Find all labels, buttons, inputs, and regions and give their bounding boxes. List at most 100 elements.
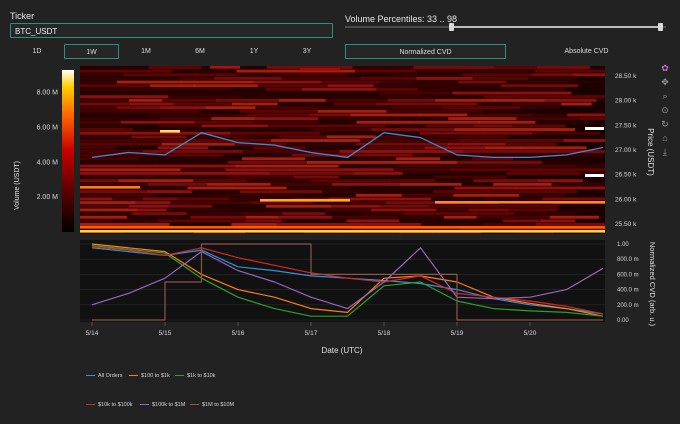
heatmap-cell xyxy=(476,215,515,219)
legend-item-1k-to-10k[interactable]: $1k to $10k xyxy=(175,373,215,379)
heatmap-cell xyxy=(80,223,171,226)
heatmap-cell xyxy=(190,215,248,219)
heatmap-cell xyxy=(194,120,255,124)
heatmap-cell xyxy=(80,201,136,205)
cvd-tick-label: 400.0 m xyxy=(617,288,639,294)
volume-colorbar xyxy=(62,70,74,232)
cvd-axis-title: Normalized CVD (arb. u.) xyxy=(648,242,657,327)
heatmap-cell xyxy=(80,91,174,95)
heatmap-cell xyxy=(468,208,510,212)
heatmap-cell xyxy=(80,87,157,91)
heatmap-cell xyxy=(456,160,543,164)
heatmap-cell xyxy=(376,102,444,106)
heatmap-cell xyxy=(293,175,340,179)
legend-swatch xyxy=(86,403,95,406)
heatmap-cell xyxy=(373,197,432,201)
heatmap-cell xyxy=(339,150,409,153)
heatmap-cell xyxy=(378,204,429,208)
heatmap-cell xyxy=(351,201,387,205)
heatmap-cell xyxy=(467,113,534,117)
heatmap-cell xyxy=(136,208,168,212)
colorbar-title: Volume (USDT) xyxy=(14,161,21,210)
heatmap-cell xyxy=(253,117,319,121)
heatmap-cell xyxy=(402,171,508,175)
zoom-icon[interactable]: ⌕ xyxy=(659,90,671,102)
heatmap-cell xyxy=(435,175,507,179)
heatmap-cell xyxy=(286,186,347,190)
heatmap-cell xyxy=(330,204,380,208)
heatmap-cell xyxy=(229,131,321,135)
legend-item-100k-to-1m[interactable]: $100k to $1M xyxy=(140,402,185,408)
heatmap-cell xyxy=(239,190,323,194)
heatmap-cell xyxy=(352,66,415,69)
legend-item-100-to-1k[interactable]: $100 to $1k xyxy=(129,373,170,379)
heatmap-cell xyxy=(80,69,173,73)
heatmap-cell xyxy=(199,193,241,197)
heatmap-cell xyxy=(477,102,514,106)
heatmap-cell xyxy=(309,113,352,117)
legend-swatch xyxy=(175,374,184,377)
plotly-logo-icon[interactable]: ✿ xyxy=(659,62,671,74)
heatmap-cell xyxy=(542,197,605,201)
heatmap-cell xyxy=(80,102,131,106)
heatmap-cell xyxy=(239,193,295,197)
price-tick-label: 26.50 k xyxy=(615,172,637,179)
colorbar-tick-label: 6.00 M xyxy=(37,124,59,131)
heatmap-cell xyxy=(129,102,175,106)
heatmap-liquidity-band xyxy=(160,130,180,133)
heatmap-cell xyxy=(289,168,395,172)
heatmap-cell xyxy=(333,102,378,106)
heatmap-cell xyxy=(265,208,326,212)
heatmap-cell xyxy=(121,76,179,80)
heatmap-cell xyxy=(266,204,332,208)
heatmap-cell xyxy=(215,98,281,102)
heatmap-cell xyxy=(80,157,140,161)
heatmap-cell xyxy=(160,106,208,110)
price-tick-label: 25.50 k xyxy=(615,221,637,228)
heatmap-cell xyxy=(471,76,529,80)
heatmap-cell xyxy=(400,182,463,186)
heatmap-cell xyxy=(474,124,512,128)
heatmap-cell xyxy=(551,182,605,186)
heatmap-cell xyxy=(116,106,162,110)
heatmap-cell xyxy=(266,87,304,91)
heatmap-cell xyxy=(80,160,155,164)
lasso-icon[interactable]: ⊙ xyxy=(659,104,671,116)
autoscale-icon[interactable]: ↻ xyxy=(659,118,671,130)
heatmap-cell xyxy=(80,98,130,102)
heatmap-cell xyxy=(80,76,123,80)
heatmap-cell xyxy=(268,171,356,175)
pan-icon[interactable]: ✥ xyxy=(659,76,671,88)
heatmap-cell xyxy=(206,106,257,110)
heatmap-cell xyxy=(80,171,175,175)
heatmap-cell xyxy=(399,219,452,223)
legend-item-1m-to-10m[interactable]: $1M to $10M xyxy=(190,402,234,408)
reset-icon[interactable]: ⌂ xyxy=(659,132,671,144)
heatmap-cell xyxy=(162,98,217,102)
heatmap-cell xyxy=(150,193,201,197)
legend-item-all-orders[interactable]: All Orders xyxy=(86,373,122,379)
heatmap-cell xyxy=(363,157,398,161)
heatmap-cell xyxy=(129,204,170,208)
heatmap-cell xyxy=(568,80,605,84)
heatmap-cell xyxy=(147,190,193,194)
heatmap-cell xyxy=(161,139,273,142)
price-axis: 25.50 k 26.00 k 26.50 k 27.00 k 27.50 k 28.00… xyxy=(615,73,637,228)
heatmap-cell xyxy=(247,113,311,117)
legend-item-10k-to-100k[interactable]: $10k to $100k xyxy=(86,402,133,408)
heatmap-cell xyxy=(500,84,579,88)
heatmap-cell xyxy=(535,120,592,124)
heatmap-cell xyxy=(229,87,268,91)
legend-swatch xyxy=(129,374,138,377)
heatmap-cell xyxy=(80,120,122,124)
heatmap-cell xyxy=(579,117,605,121)
heatmap-cell xyxy=(187,186,288,190)
save-icon[interactable]: ⤓ xyxy=(659,146,671,158)
date-axis-title: Date (UTC) xyxy=(322,346,363,355)
heatmap-cell xyxy=(321,190,363,194)
heatmap-cell xyxy=(373,84,462,88)
heatmap-cell xyxy=(396,157,442,161)
heatmap-cell xyxy=(430,197,488,201)
heatmap-cell xyxy=(80,73,125,77)
heatmap-cell xyxy=(128,98,164,102)
